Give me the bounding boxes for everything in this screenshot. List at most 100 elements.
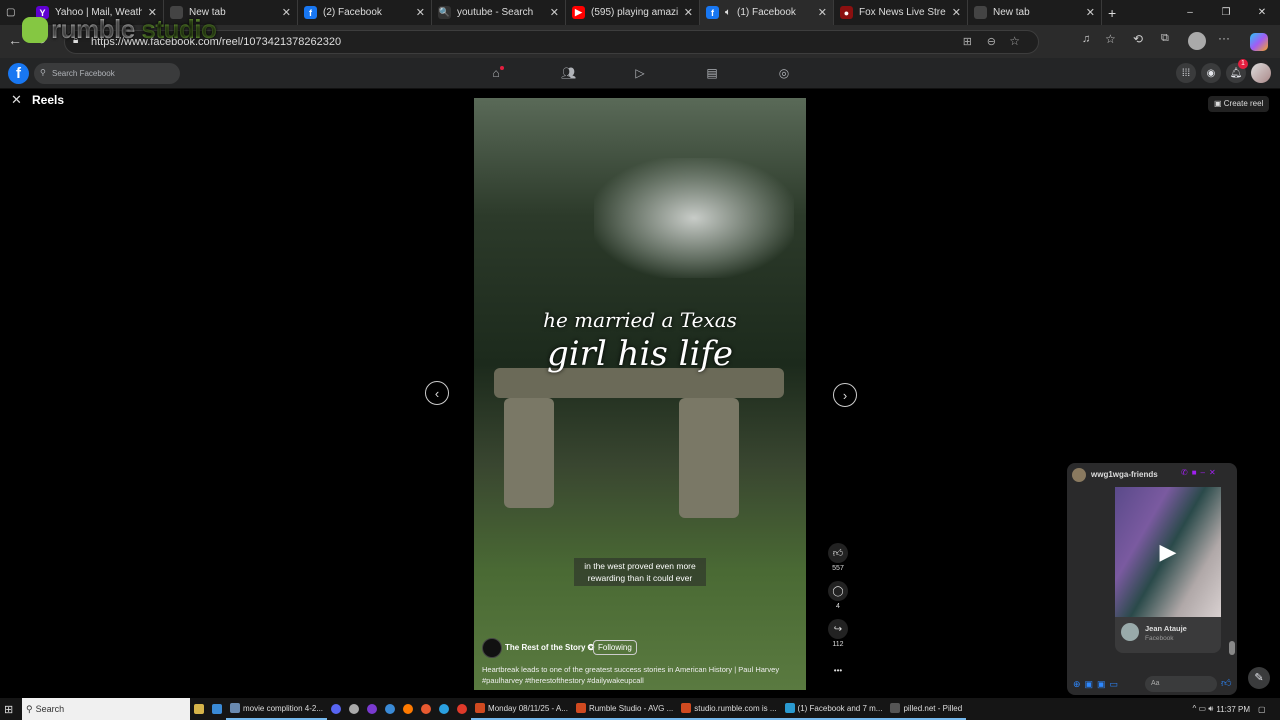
restore-button[interactable]: ❐ xyxy=(1208,0,1244,25)
new-message-button[interactable]: ✎ xyxy=(1248,667,1270,689)
nav-groups-icon[interactable]: ◎ xyxy=(777,66,791,80)
taskbar-window[interactable]: pilled.net - Pilled xyxy=(886,698,967,720)
tab-favicon-icon: f xyxy=(706,6,719,19)
browser-tab[interactable]: ▶ (595) playing amazin ✕ xyxy=(566,0,700,25)
extensions-icon[interactable]: ♫ xyxy=(1082,33,1090,45)
profile-avatar[interactable] xyxy=(1188,32,1206,50)
menu-grid-icon[interactable]: ⁞⁞⁞ xyxy=(1176,63,1196,83)
tab-favicon-icon: ● xyxy=(840,6,853,19)
browser-tab[interactable]: 🔍 youtube - Search ✕ xyxy=(432,0,566,25)
browser-tab[interactable]: New tab ✕ xyxy=(968,0,1102,25)
account-avatar[interactable] xyxy=(1251,63,1271,83)
pinned-app-icon[interactable] xyxy=(417,698,435,720)
minimize-button[interactable]: – xyxy=(1172,0,1208,25)
pinned-app-icon[interactable] xyxy=(363,698,381,720)
next-reel-button[interactable]: › xyxy=(833,383,857,407)
more-options-button[interactable]: ••• xyxy=(828,666,848,675)
nav-marketplace-icon[interactable]: ▤ xyxy=(705,66,719,80)
following-button[interactable]: Following xyxy=(593,640,637,655)
new-tab-button[interactable]: + xyxy=(1102,0,1122,25)
hashtags[interactable]: #paulharvey #therestofthestory #dailywak… xyxy=(482,675,802,686)
more-menu-icon[interactable]: ··· xyxy=(1218,31,1230,45)
pinned-app-icon[interactable] xyxy=(381,698,399,720)
close-window-button[interactable]: ✕ xyxy=(1244,0,1280,25)
pinned-app-icon[interactable] xyxy=(208,698,226,720)
close-tab-icon[interactable]: ✕ xyxy=(416,6,425,19)
shared-avatar xyxy=(1121,623,1139,641)
pinned-app-icon[interactable] xyxy=(453,698,471,720)
star-icon[interactable]: ☆ xyxy=(1009,34,1020,48)
close-tab-icon[interactable]: ✕ xyxy=(818,6,827,19)
nav-video-icon[interactable]: ▷ xyxy=(633,66,647,80)
taskbar-window[interactable]: Rumble Studio - AVG ... xyxy=(571,698,678,720)
taskbar-window[interactable]: Monday 08/11/25 - A... xyxy=(471,698,572,720)
comment-icon[interactable]: ◯ xyxy=(828,581,848,601)
taskbar-window[interactable]: movie complition 4-2... xyxy=(226,698,328,720)
notification-center-icon[interactable]: ▢ xyxy=(1254,698,1280,720)
app-icon[interactable]: ⊞ xyxy=(963,35,972,48)
taskbar-window[interactable]: studio.rumble.com is ... xyxy=(677,698,781,720)
like-icon[interactable]: 👍︎ xyxy=(828,543,848,563)
previous-reel-button[interactable]: ‹ xyxy=(425,381,449,405)
play-icon[interactable]: ▶ xyxy=(1160,539,1177,565)
speaker-icon[interactable]: 🔈︎ xyxy=(725,7,731,18)
message-placeholder: Aa xyxy=(1151,680,1160,687)
tab-label: youtube - Search xyxy=(457,7,534,18)
pinned-app-icon[interactable] xyxy=(190,698,208,720)
reel-description: Heartbreak leads to one of the greatest … xyxy=(482,664,802,686)
chat-controls[interactable]: ✆■–✕ xyxy=(1181,468,1220,477)
author-name[interactable]: The Rest of the Story ✪ xyxy=(505,643,594,652)
system-tray[interactable]: ^ ▭ 🔊︎ 11:37 PM xyxy=(1189,698,1254,720)
pinned-app-icon[interactable] xyxy=(327,698,345,720)
author-avatar[interactable] xyxy=(482,638,502,658)
taskbar-search[interactable]: ⚲ Search xyxy=(22,698,190,720)
thumbs-up-icon[interactable]: 👍︎ xyxy=(1221,677,1231,689)
zoom-icon[interactable]: ⊖ xyxy=(987,35,996,48)
close-tab-icon[interactable]: ✕ xyxy=(550,6,559,19)
shared-link-card[interactable]: Jean Atauje Facebook xyxy=(1115,617,1221,653)
notification-badge: 1 xyxy=(1238,59,1248,69)
pinned-app-icon[interactable] xyxy=(345,698,363,720)
browser-tab[interactable]: f 🔈︎ (1) Facebook ✕ xyxy=(700,0,834,25)
search-facebook-input[interactable]: ⚲ Search Facebook xyxy=(34,63,180,84)
like-action[interactable]: 👍︎ 557 xyxy=(828,543,848,572)
create-reel-button[interactable]: ▣ Create reel xyxy=(1208,96,1270,112)
chat-scrollbar[interactable] xyxy=(1229,641,1235,655)
chat-title[interactable]: wwg1wga-friends xyxy=(1091,470,1158,479)
share-action[interactable]: ↪ 112 xyxy=(828,619,848,648)
reels-title: Reels xyxy=(32,93,65,107)
taskbar-search-label: Search xyxy=(35,704,65,714)
pinned-app-icon[interactable] xyxy=(435,698,453,720)
caption-box: in the west proved even more rewarding th… xyxy=(574,558,706,586)
favorites-icon[interactable]: ☆ xyxy=(1105,32,1116,46)
start-button[interactable]: ⊞ xyxy=(0,698,22,720)
history-icon[interactable]: ⟲ xyxy=(1133,32,1143,46)
close-reels-button[interactable]: ✕ xyxy=(11,92,22,108)
reel-video[interactable]: he married a Texas girl his life in the … xyxy=(474,98,806,690)
close-tab-icon[interactable]: ✕ xyxy=(1086,6,1095,19)
taskbar-window[interactable]: (1) Facebook and 7 m... xyxy=(780,698,887,720)
facebook-logo[interactable]: f xyxy=(8,63,29,84)
close-tab-icon[interactable]: ✕ xyxy=(952,6,961,19)
shared-video-thumbnail[interactable]: ▶ xyxy=(1115,487,1221,617)
messenger-icon[interactable]: ◉ xyxy=(1201,63,1221,83)
overlay-text-line1: he married a Texas xyxy=(543,308,737,332)
caption-line2: rewarding than it could ever xyxy=(587,573,693,583)
close-tab-icon[interactable]: ✕ xyxy=(684,6,693,19)
chat-attach-icons[interactable]: ⊕▣▣▭ xyxy=(1073,679,1122,690)
notifications-icon[interactable]: 🔔︎ 1 xyxy=(1226,59,1248,83)
browser-tab[interactable]: ● Fox News Live Strear ✕ xyxy=(834,0,968,25)
share-icon[interactable]: ↪ xyxy=(828,619,848,639)
pinned-app-icon[interactable] xyxy=(399,698,417,720)
comment-action[interactable]: ◯ 4 xyxy=(828,581,848,610)
taskbar-window-label: Rumble Studio - AVG ... xyxy=(588,703,674,713)
nav-friends-icon[interactable]: 👥︎ xyxy=(561,66,576,80)
nav-home-icon[interactable]: ⌂ xyxy=(489,66,504,80)
copilot-icon[interactable] xyxy=(1250,33,1268,51)
screenshot-icon[interactable]: ⧉ xyxy=(1161,32,1169,45)
close-tab-icon[interactable]: ✕ xyxy=(282,6,291,19)
message-input[interactable]: Aa xyxy=(1145,676,1217,692)
browser-tab[interactable]: f (2) Facebook ✕ xyxy=(298,0,432,25)
description-text: Heartbreak leads to one of the greatest … xyxy=(482,665,780,674)
back-button[interactable]: ← xyxy=(8,32,22,48)
